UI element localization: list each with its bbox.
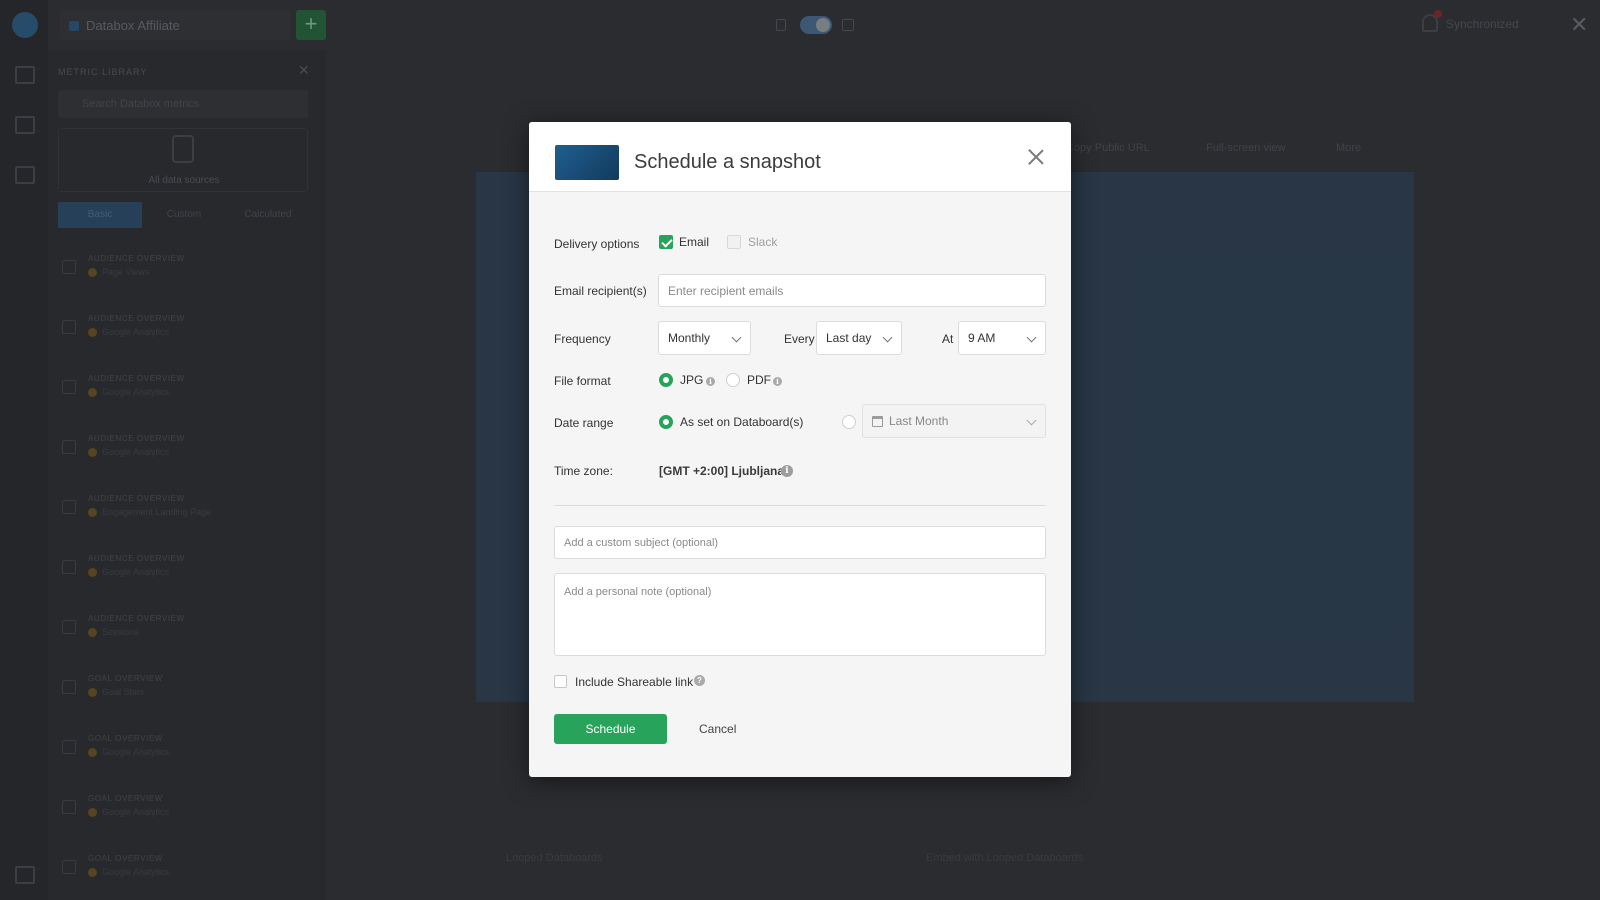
pdf-info-icon[interactable]: i: [773, 377, 782, 386]
email-recipients-placeholder: Enter recipient emails: [668, 283, 784, 298]
email-recipients-label: Email recipient(s): [554, 284, 647, 298]
date-range-select[interactable]: Last Month: [862, 404, 1046, 438]
help-icon[interactable]: ?: [694, 675, 705, 686]
date-range-custom-radio[interactable]: [842, 415, 856, 429]
divider: [554, 505, 1046, 506]
dialog-header: Schedule a snapshot: [529, 122, 1071, 192]
every-select[interactable]: Last day: [816, 321, 902, 355]
email-recipients-input[interactable]: Enter recipient emails: [658, 274, 1046, 307]
databoard-thumbnail: [555, 145, 619, 180]
file-format-label: File format: [554, 374, 611, 388]
at-label: At: [942, 332, 954, 346]
date-range-label: Date range: [554, 416, 614, 430]
every-label: Every: [784, 332, 815, 346]
date-range-value: Last Month: [889, 414, 949, 428]
date-range-databoard-radio[interactable]: [659, 415, 673, 429]
chevron-down-icon: [882, 332, 893, 343]
jpg-option-label[interactable]: JPG: [680, 373, 703, 387]
cancel-button[interactable]: Cancel: [699, 722, 736, 736]
time-zone-label: Time zone:: [554, 464, 613, 478]
date-range-databoard-label[interactable]: As set on Databoard(s): [680, 415, 803, 429]
frequency-value: Monthly: [668, 331, 711, 345]
chevron-down-icon: [731, 332, 742, 343]
slack-option-label[interactable]: Slack: [748, 235, 777, 249]
custom-subject-input[interactable]: Add a custom subject (optional): [554, 526, 1046, 559]
email-option-label[interactable]: Email: [679, 235, 709, 249]
every-value: Last day: [826, 331, 872, 345]
shareable-link-checkbox[interactable]: [554, 675, 567, 688]
frequency-select[interactable]: Monthly: [658, 321, 751, 355]
personal-note-textarea[interactable]: Add a personal note (optional): [554, 573, 1046, 656]
pdf-radio[interactable]: [726, 373, 740, 387]
time-zone-value: [GMT +2:00] Ljubljana: [659, 464, 785, 478]
jpg-radio[interactable]: [659, 373, 673, 387]
time-value: 9 AM: [968, 331, 996, 345]
dialog-title: Schedule a snapshot: [634, 151, 821, 173]
frequency-label: Frequency: [554, 332, 611, 346]
custom-subject-placeholder: Add a custom subject (optional): [564, 536, 719, 549]
jpg-info-icon[interactable]: i: [706, 377, 715, 386]
shareable-link-label[interactable]: Include Shareable link: [575, 675, 693, 689]
delivery-options-label: Delivery options: [554, 237, 640, 251]
chevron-down-icon: [1026, 332, 1037, 343]
personal-note-placeholder: Add a personal note (optional): [564, 586, 712, 598]
close-icon[interactable]: [1024, 145, 1048, 169]
schedule-button[interactable]: Schedule: [554, 714, 667, 744]
pdf-option-label[interactable]: PDF: [747, 373, 771, 387]
chevron-down-icon: [1026, 415, 1037, 426]
slack-checkbox[interactable]: [727, 235, 741, 249]
email-checkbox[interactable]: [659, 235, 673, 249]
time-zone-info-icon[interactable]: i: [781, 465, 793, 477]
schedule-snapshot-dialog: Schedule a snapshot Delivery options Ema…: [529, 122, 1071, 777]
time-select[interactable]: 9 AM: [958, 321, 1046, 355]
calendar-icon: [872, 416, 883, 427]
